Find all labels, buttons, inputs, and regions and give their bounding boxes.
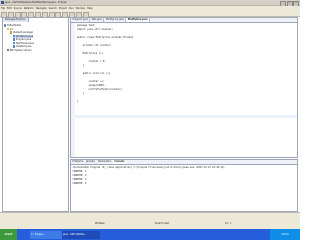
code-line: private int counter; <box>77 44 112 47</box>
editor-gutter <box>71 22 75 157</box>
status-writable: Writable <box>95 222 105 225</box>
status-cursor-position: 12 : 1 <box>225 222 232 225</box>
taskbar: start 3 - Eclipse ... Java - ASForMobile… <box>0 229 300 240</box>
eclipse-app-icon <box>1 1 4 4</box>
code-line: counter ++; <box>77 80 105 83</box>
code-line: } <box>77 92 85 95</box>
editor-tab-active[interactable]: Modifyline.java <box>126 18 151 22</box>
code-line: notifyForEvent(counter); <box>77 88 124 91</box>
start-button[interactable]: start <box>0 229 17 240</box>
clock: 10:22 <box>270 229 300 240</box>
status-insert-mode: Smart Insert <box>155 222 170 225</box>
code-line: package test; <box>77 24 96 27</box>
console-line: COUNTER: 2 <box>72 174 87 177</box>
console-tabs: Problems Javadoc Declaration Console <box>71 160 297 165</box>
tree-item[interactable]: JRE System Library <box>7 49 32 52</box>
editor-tab[interactable]: Program.java <box>71 18 91 22</box>
console-line: COUNTER: 1 <box>72 170 87 173</box>
taskbar-item-active[interactable]: Java - ASForMobile... <box>62 230 100 239</box>
code-line: } <box>77 100 79 103</box>
tab-console[interactable]: Console <box>112 160 127 164</box>
taskbar-item[interactable]: 3 - Eclipse ... <box>30 230 62 239</box>
window-title: Java - ASForMobile/src/test/Modifyline.j… <box>5 1 67 4</box>
code-line: Modifyline (){ <box>77 52 103 55</box>
console-line: COUNTER: 4 <box>72 182 87 185</box>
package-explorer: Package Explorer ASForMobile src (defaul… <box>2 17 69 212</box>
current-line-highlight <box>75 115 297 118</box>
editor-tabs: Program.java Test.java ModifyLine.java M… <box>71 18 297 23</box>
console-header: <terminated> Program (2) [Java Applicati… <box>72 166 225 169</box>
tab-problems[interactable]: Problems <box>71 160 85 164</box>
editor-tab[interactable]: ModifyLine.java <box>104 18 127 22</box>
tab-javadoc[interactable]: Javadoc <box>85 160 97 164</box>
code-line: import java.util.Scanner; <box>77 28 113 31</box>
code-line: sleep(1000); <box>77 84 106 87</box>
tab-declaration[interactable]: Declaration <box>97 160 113 164</box>
code-editor[interactable]: Program.java Test.java ModifyLine.java M… <box>70 17 298 158</box>
code-line: public void run (){ <box>77 72 111 75</box>
editor-tab[interactable]: Test.java <box>90 18 105 22</box>
code-line: counter = 0; <box>77 60 106 63</box>
status-bar: Writable Smart Insert 12 : 1 <box>0 212 300 229</box>
console-line: COUNTER: 3 <box>72 178 87 181</box>
package-explorer-tab[interactable]: Package Explorer <box>3 18 29 22</box>
code-line: } <box>77 64 85 67</box>
console-view[interactable]: Problems Javadoc Declaration Console <te… <box>70 159 298 212</box>
code-line: public class Modifyline extends Thread{ <box>77 36 134 39</box>
